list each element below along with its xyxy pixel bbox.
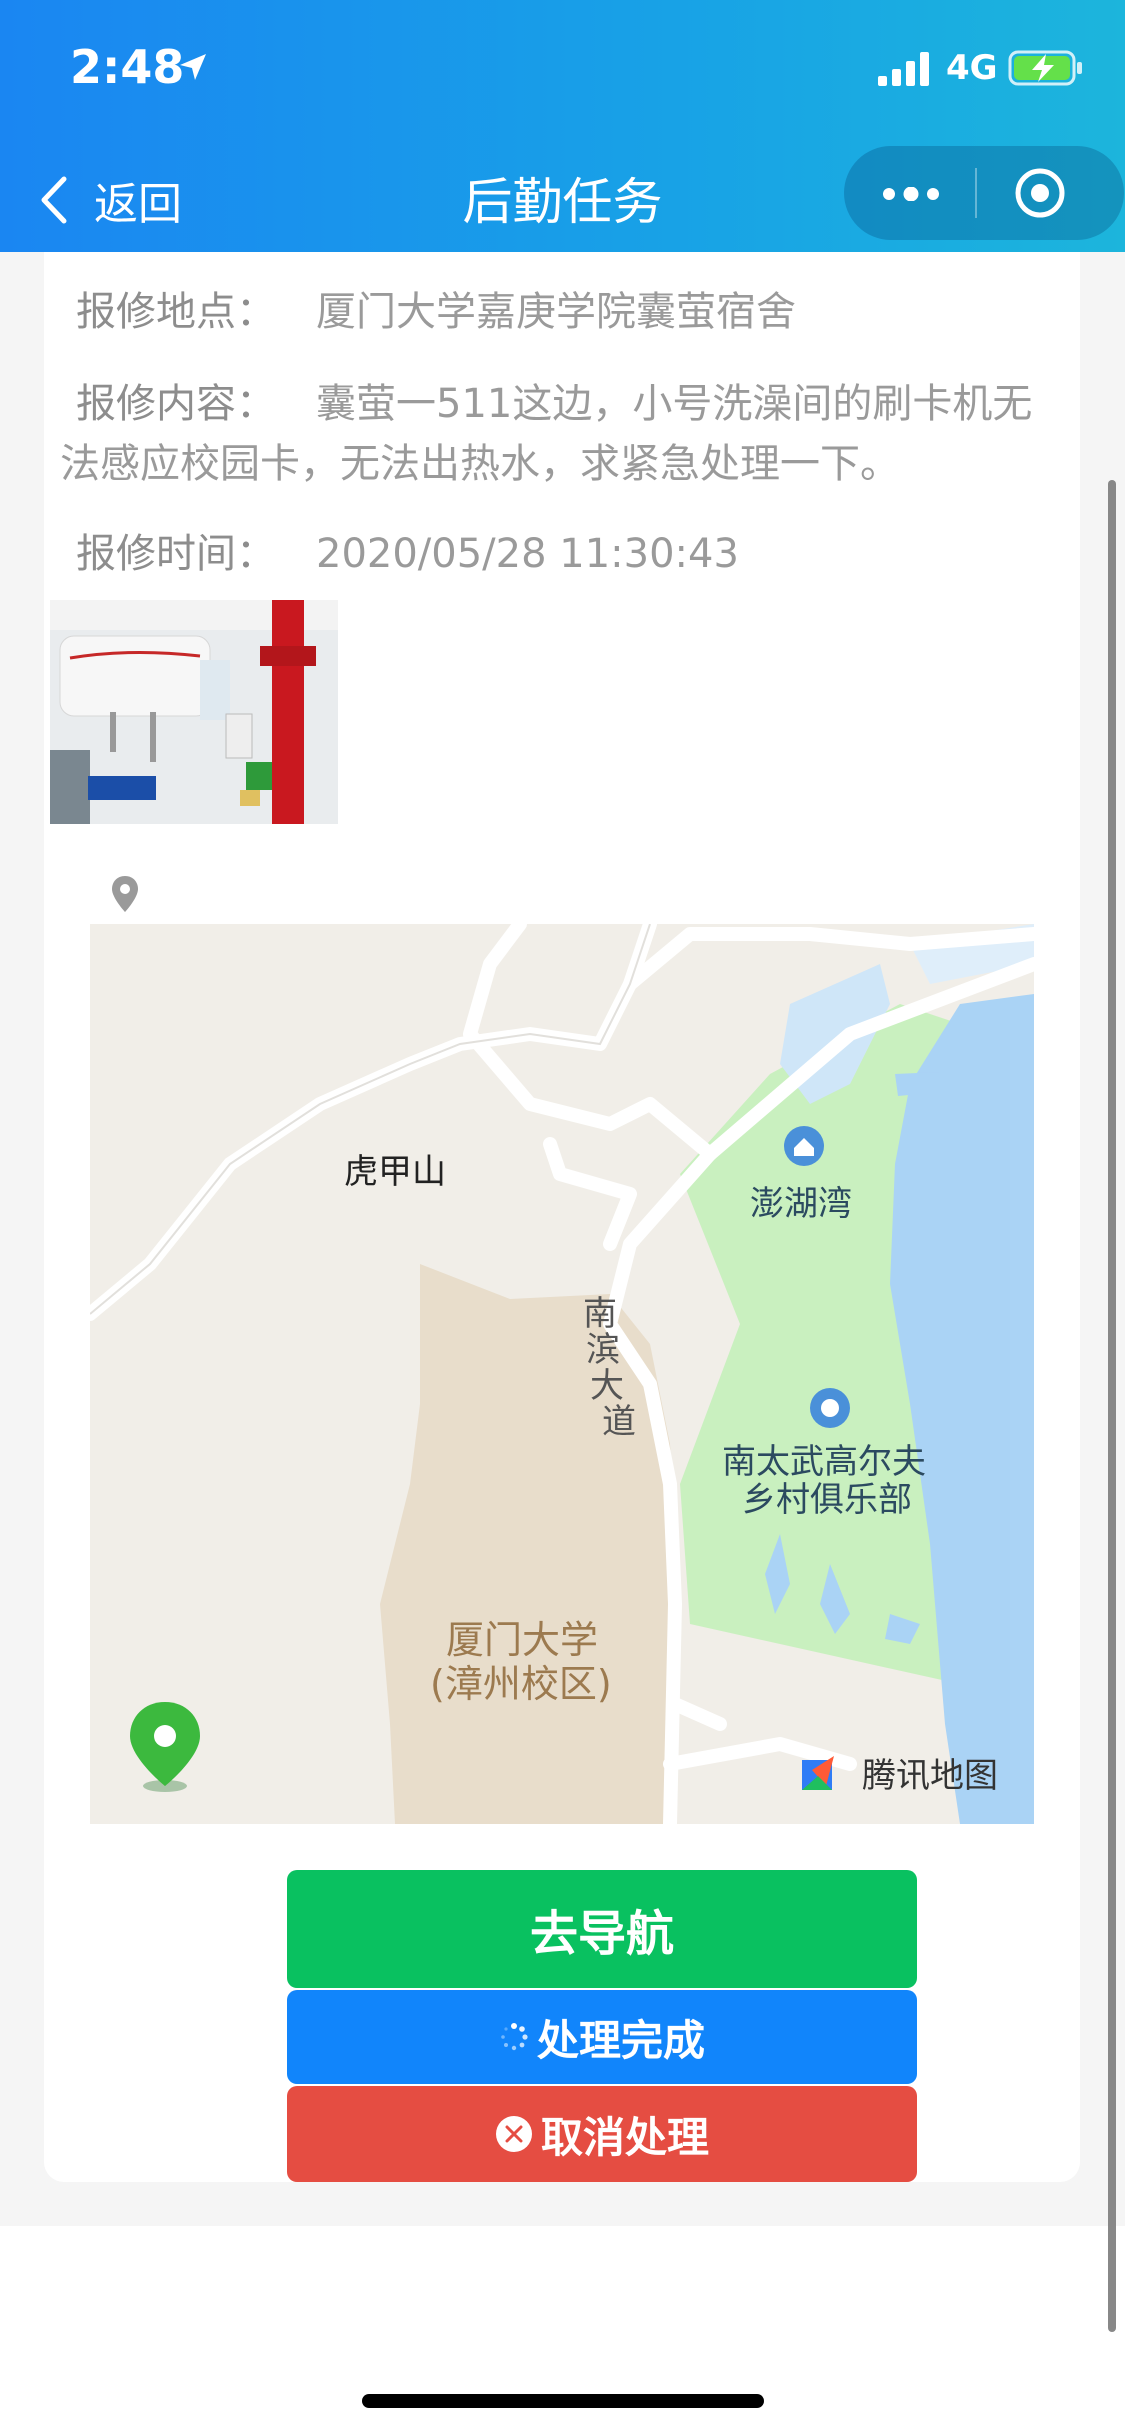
battery-charging-icon [1008, 50, 1084, 90]
navigate-button[interactable]: 去导航 [287, 1870, 917, 1988]
target-circle-icon[interactable] [1013, 166, 1067, 224]
done-label: 处理完成 [536, 2015, 705, 2065]
map-label-hujiashan: 虎甲山 [344, 1152, 446, 1192]
repair-content-row: 报修内容： 囊萤一511这边，小号洗澡间的刷卡机无法感应校园卡，无法出热水，求紧急… [60, 374, 1070, 494]
loading-icon [499, 2022, 529, 2052]
task-card: 报修地点： 厦门大学嘉庚学院囊萤宿舍 报修内容： 囊萤一511这边，小号洗澡间的刷… [44, 252, 1080, 2182]
repair-place-row: 报修地点： 厦门大学嘉庚学院囊萤宿舍 [76, 282, 796, 342]
status-time: 2:48 [70, 40, 185, 94]
map-label-road: 滨 [586, 1330, 620, 1370]
repair-time-value: 2020/05/28 11:30:43 [316, 531, 739, 577]
location-arrow-icon [178, 52, 208, 86]
map-label-road: 道 [602, 1402, 636, 1442]
more-dots-icon[interactable] [882, 186, 940, 205]
map-view[interactable]: 虎甲山 澎湖湾 南 滨 大 道 南太武高尔夫 乡村俱乐部 厦门大学 (漳州校区)… [90, 924, 1034, 1824]
repair-time-row: 报修时间： 2020/05/28 11:30:43 [76, 524, 739, 584]
repair-place-label: 报修地点： [76, 289, 276, 335]
network-type: 4G [946, 48, 998, 88]
map-label-university: 厦门大学 [446, 1618, 599, 1662]
repair-content-label: 报修内容： [76, 381, 276, 427]
cancel-label: 取消处理 [540, 2112, 709, 2162]
map-label-road: 南 [583, 1294, 617, 1334]
repair-time-label: 报修时间： [76, 531, 276, 577]
map-label-golf: 乡村俱乐部 [742, 1480, 912, 1520]
map-label-university: (漳州校区) [430, 1662, 612, 1706]
map-label-penghuwan: 澎湖湾 [750, 1184, 852, 1224]
signal-bars-icon [878, 52, 934, 90]
cancel-button[interactable]: 取消处理 [287, 2086, 917, 2182]
home-indicator[interactable] [362, 2394, 764, 2408]
app-header: 2:48 4G 返回 后勤任务 [0, 0, 1125, 252]
capsule-divider [975, 168, 977, 218]
map-label-golf: 南太武高尔夫 [722, 1442, 926, 1482]
done-button[interactable]: 处理完成 [287, 1990, 917, 2084]
location-pin-icon [110, 874, 140, 918]
repair-place-value: 厦门大学嘉庚学院囊萤宿舍 [316, 289, 796, 335]
close-circle-icon [495, 2115, 533, 2153]
map-label-road: 大 [590, 1366, 624, 1406]
repair-photo[interactable] [50, 600, 338, 824]
navigate-label: 去导航 [529, 1906, 674, 1962]
map-brand: 腾讯地图 [862, 1756, 998, 1796]
scrollbar[interactable] [1108, 480, 1116, 2332]
mini-program-capsule [844, 146, 1124, 240]
